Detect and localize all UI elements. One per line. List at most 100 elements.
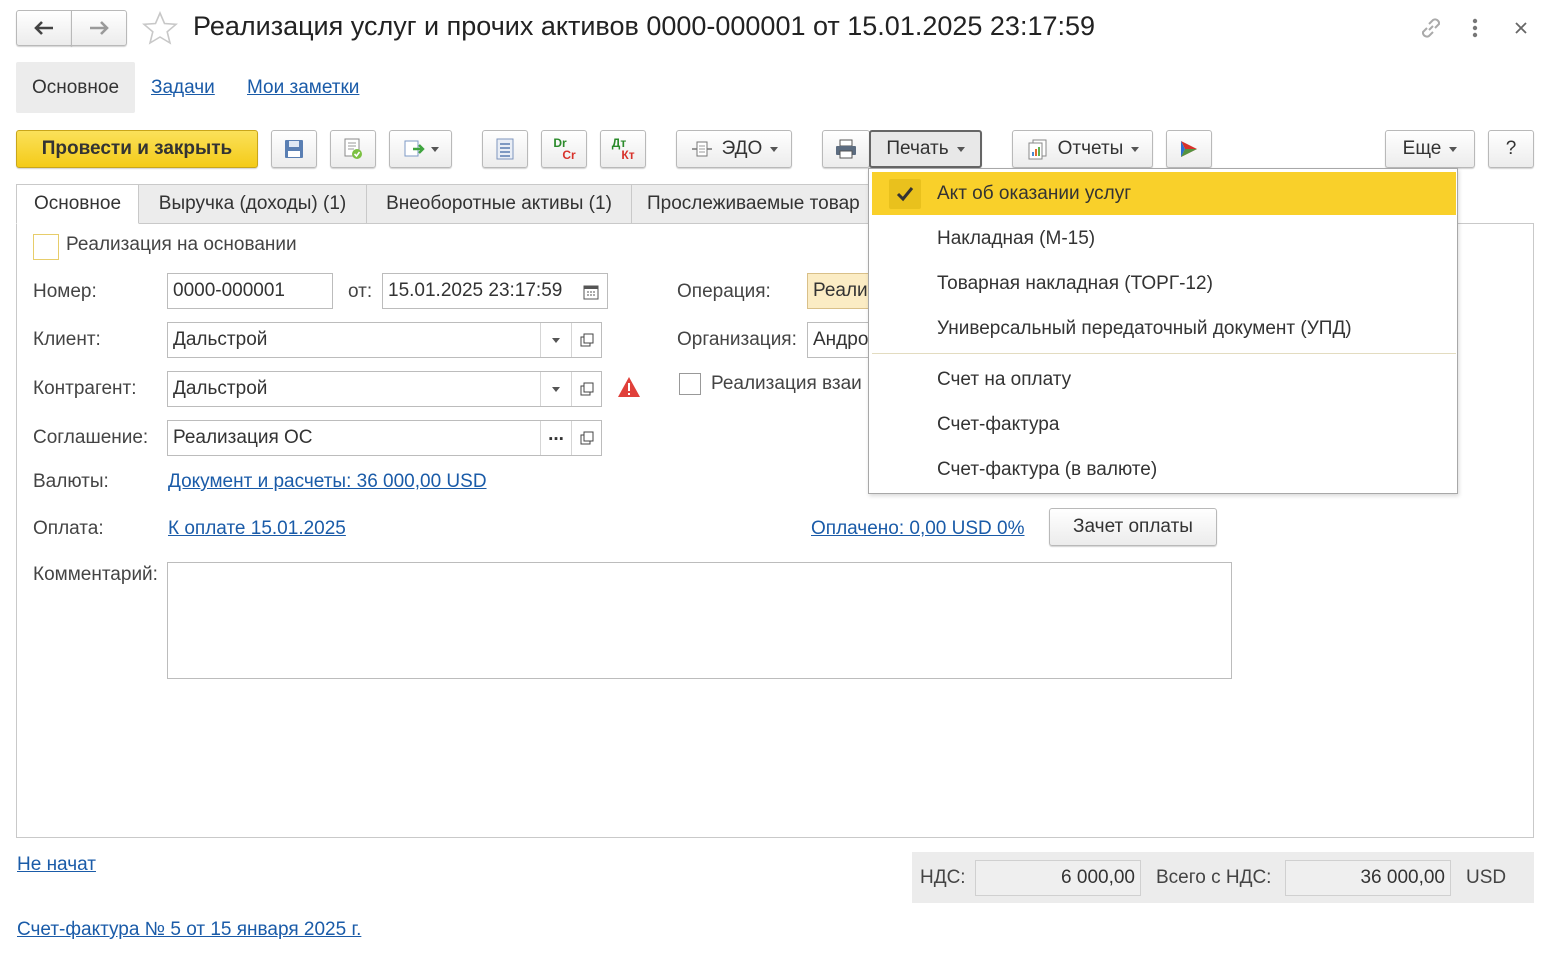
reports-label: Отчеты [1057,138,1124,159]
offset-payment-label: Зачет оплаты [1073,516,1193,537]
paid-link[interactable]: Оплачено: 0,00 USD 0% [811,518,1025,540]
dropdown-caret-icon [1131,146,1140,152]
save-button[interactable] [271,130,317,168]
agreement-select-button[interactable]: ... [540,421,571,455]
calendar-icon[interactable] [583,283,599,300]
reports-button[interactable]: Отчеты [1012,130,1153,168]
forward-button[interactable] [71,10,127,46]
tab-main-label: Основное [33,193,122,214]
tab-revenue-label: Выручка (доходы) (1) [158,193,347,214]
post-button[interactable] [330,130,376,168]
post-and-close-button[interactable]: Провести и закрыть [16,130,258,168]
dropdown-caret-icon [552,386,560,392]
star-icon[interactable] [142,11,178,45]
drcr-button[interactable]: Dr Cr [541,130,587,168]
send-button[interactable] [1166,130,1212,168]
number-field[interactable]: 0000-000001 [167,273,333,309]
tab-main[interactable]: Основное [16,184,139,224]
operation-field[interactable]: Реали [807,273,877,309]
agreement-value: Реализация ОС [173,427,313,448]
arrow-left-icon [34,21,53,35]
counterparty-dropdown-button[interactable] [540,372,571,406]
dropdown-caret-icon [956,146,965,152]
print-label: Печать [886,138,949,159]
currency-link[interactable]: Документ и расчеты: 36 000,00 USD [168,471,487,493]
agreement-label: Соглашение: [33,427,149,448]
printer-icon [836,139,856,159]
total-label: Всего с НДС: [1156,867,1272,888]
quick-print-button[interactable] [822,130,870,168]
client-field[interactable]: Дальстрой [167,322,602,358]
checkmark-icon [889,179,921,209]
offset-payment-button[interactable]: Зачет оплаты [1049,508,1217,546]
menu-item-invoice-payment[interactable]: Счет на оплату [937,369,1071,391]
close-icon[interactable] [1513,20,1529,36]
post-and-close-label: Провести и закрыть [41,138,233,159]
comment-textarea[interactable] [167,562,1232,679]
date-value: 15.01.2025 23:17:59 [388,280,563,301]
from-label: от: [348,281,373,302]
structure-button[interactable] [482,130,528,168]
open-icon [580,431,594,445]
date-field[interactable]: 15.01.2025 23:17:59 [382,273,608,309]
create-based-on-button[interactable] [389,130,452,168]
tab-revenue[interactable]: Выручка (доходы) (1) [138,184,367,224]
invoice-link[interactable]: Счет-фактура № 5 от 15 января 2025 г. [17,919,361,941]
save-icon [285,140,303,158]
client-open-button[interactable] [571,323,602,357]
help-button[interactable]: ? [1488,130,1534,168]
nav-tab-tasks[interactable]: Задачи [151,77,215,99]
menu-item-invoice-currency[interactable]: Счет-фактура (в валюте) [937,459,1157,481]
nav-tab-notes[interactable]: Мои заметки [247,77,359,99]
payment-link[interactable]: К оплате 15.01.2025 [168,518,346,540]
menu-item-act[interactable]: Акт об оказании услуг [937,183,1131,205]
more-label: Еще [1402,138,1442,159]
more-button[interactable]: Еще [1385,130,1475,168]
number-label: Номер: [33,281,97,302]
link-icon[interactable] [1418,15,1444,41]
status-link[interactable]: Не начат [17,854,96,876]
mutual-label: Реализация взаи [711,373,862,394]
tab-traceable-goods[interactable]: Прослеживаемые товар [631,184,891,224]
warning-icon[interactable] [617,376,641,398]
nav-tab-main[interactable]: Основное [16,62,135,113]
based-on-label: Реализация на основании [66,234,297,255]
agreement-field[interactable]: Реализация ОС ... [167,420,602,456]
window-title: Реализация услуг и прочих активов 0000-0… [193,11,1096,41]
edo-button[interactable]: ЭДО [676,130,792,168]
back-button[interactable] [16,10,72,46]
currency-label: Валюты: [33,471,109,492]
dropdown-caret-icon [552,337,560,343]
menu-item-invoice[interactable]: Счет-фактура [937,414,1059,436]
counterparty-field[interactable]: Дальстрой [167,371,602,407]
more-vertical-icon[interactable] [1468,16,1482,40]
counterparty-label: Контрагент: [33,378,137,399]
menu-item-upd[interactable]: Универсальный передаточный документ (УПД… [937,318,1352,340]
drcr-bottom: Cr [562,148,576,162]
organization-label: Организация: [677,329,797,350]
based-on-checkbox[interactable] [33,234,59,260]
client-label: Клиент: [33,329,101,350]
organization-field[interactable]: Андро [807,322,877,358]
counterparty-value: Дальстрой [173,378,268,399]
menu-item-torg12[interactable]: Товарная накладная (ТОРГ-12) [937,273,1213,295]
list-icon [496,138,514,160]
open-icon [580,333,594,347]
total-value: 36 000,00 [1360,867,1445,888]
client-dropdown-button[interactable] [540,323,571,357]
print-menu-button[interactable]: Печать [869,130,982,168]
operation-value: Реали [813,280,868,301]
edo-label: ЭДО [721,138,763,159]
print-dropdown-menu: Акт об оказании услуг Накладная (М-15) Т… [868,168,1458,494]
menu-item-m15[interactable]: Накладная (М-15) [937,228,1095,250]
create-based-icon [404,140,425,157]
currency-code: USD [1466,867,1507,888]
mutual-checkbox[interactable] [679,373,701,395]
total-field: 36 000,00 [1285,860,1451,896]
counterparty-open-button[interactable] [571,372,602,406]
tab-fixed-assets[interactable]: Внеоборотные активы (1) [366,184,632,224]
dtkt-button[interactable]: Дт Кт [600,130,646,168]
arrow-right-icon [90,21,109,35]
agreement-open-button[interactable] [571,421,602,455]
tab-fixed-assets-label: Внеоборотные активы (1) [386,193,612,214]
